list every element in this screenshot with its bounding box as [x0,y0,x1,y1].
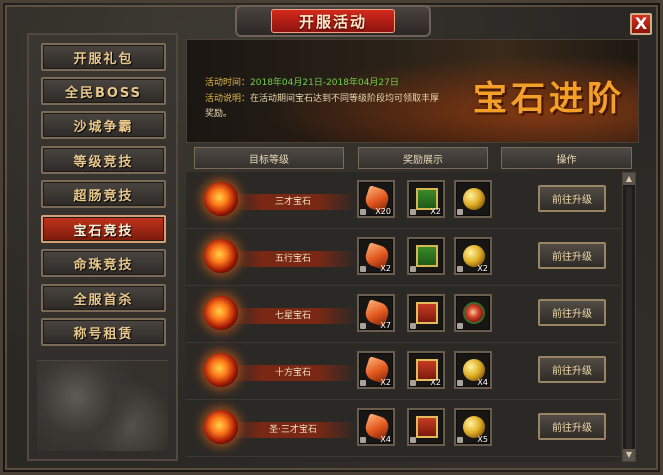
reward-quantity: X20 [375,207,391,216]
reward-quantity: X4 [477,378,488,387]
reward-quantity: X2 [477,264,488,273]
gem-level-label: 十方宝石 [230,365,356,381]
close-button[interactable]: X [630,13,652,35]
table-row: 十方宝石 X2 X2 X4 前往升级 [186,343,620,400]
reward-slot[interactable]: X7 [357,294,395,332]
fire-gem-icon [204,410,238,444]
red-medal-icon [463,302,485,324]
event-banner: 活动时间：2018年04月21日-2018年04月27日 活动说明：在活动期间宝… [186,39,639,143]
menu-item-super-race[interactable]: 超肠竞技 [41,180,166,208]
gem-level-label: 圣·三才宝石 [230,422,356,438]
reward-quantity: X2 [380,378,391,387]
menu-item-level-race[interactable]: 等级竞技 [41,146,166,174]
lock-icon [457,266,463,272]
reward-slot[interactable] [407,408,445,446]
lock-icon [410,266,416,272]
reward-list: 三才宝石 X20 X2 前往升级 五行宝石 X2 X2 前往升级 七星宝石 X7… [186,172,620,462]
reward-slot[interactable]: X2 [454,237,492,275]
reward-quantity: X4 [380,435,391,444]
event-desc-line1: 在活动期间宝石达到不同等级阶段均可领取丰厚 [250,94,440,104]
green-book-icon [416,245,438,267]
fire-gem-icon [204,182,238,216]
reward-slot[interactable]: X4 [454,351,492,389]
header-operation: 操作 [501,147,632,169]
reward-slot[interactable]: X2 [357,237,395,275]
red-book-icon [416,302,438,324]
lock-icon [457,209,463,215]
event-time-label: 活动时间： [205,78,251,88]
title-plate: 开服活动 [235,5,431,37]
lock-icon [360,266,366,272]
fire-gem-icon [204,239,238,273]
reward-quantity: X2 [430,378,441,387]
lock-icon [457,323,463,329]
go-upgrade-button[interactable]: 前往升级 [538,299,606,326]
reward-slot[interactable] [407,294,445,332]
reward-slot[interactable]: X20 [357,180,395,218]
rock-decoration [37,360,168,451]
reward-quantity: X2 [380,264,391,273]
table-row: 三才宝石 X20 X2 前往升级 [186,172,620,229]
event-time-value: 2018年04月21日-2018年04月27日 [250,78,399,88]
reward-slot[interactable]: X5 [454,408,492,446]
menu-item-castle-war[interactable]: 沙城争霸 [41,111,166,139]
fire-gem-icon [204,296,238,330]
list-scrollbar[interactable]: ▲ ▼ [622,172,636,462]
header-reward-display: 奖励展示 [358,147,488,169]
lock-icon [457,380,463,386]
event-desc-label: 活动说明： [205,94,251,104]
scroll-up-arrow-icon[interactable]: ▲ [623,173,635,185]
menu-item-world-boss[interactable]: 全民BOSS [41,77,166,105]
fire-gem-icon [204,353,238,387]
table-row: 七星宝石 X7 前往升级 [186,286,620,343]
lock-icon [360,323,366,329]
event-desc-line2: 奖励。 [205,109,233,119]
go-upgrade-button[interactable]: 前往升级 [538,185,606,212]
reward-slot[interactable] [454,180,492,218]
banner-title: 宝石进阶 [473,79,625,119]
reward-slot[interactable]: X2 [357,351,395,389]
reward-quantity: X5 [477,435,488,444]
header-target-level: 目标等级 [194,147,344,169]
reward-slot[interactable]: X2 [407,180,445,218]
lock-icon [410,323,416,329]
menu-item-open-server-gift[interactable]: 开服礼包 [41,43,166,71]
lock-icon [410,437,416,443]
lock-icon [410,209,416,215]
reward-slot[interactable]: X4 [357,408,395,446]
event-time-row: 活动时间：2018年04月21日-2018年04月27日 [205,75,399,88]
menu-item-title-rental[interactable]: 称号租赁 [41,318,166,346]
gem-level-label: 七星宝石 [230,308,356,324]
lock-icon [410,380,416,386]
lock-icon [457,437,463,443]
table-row: 五行宝石 X2 X2 前往升级 [186,229,620,286]
reward-slot[interactable]: X2 [407,351,445,389]
scroll-track[interactable] [626,187,632,449]
go-upgrade-button[interactable]: 前往升级 [538,413,606,440]
red-book-icon [416,416,438,438]
menu-item-first-kill[interactable]: 全服首杀 [41,284,166,312]
table-row: 圣·三才宝石 X4 X5 前往升级 [186,400,620,457]
lock-icon [360,380,366,386]
gold-coin-icon [463,188,485,210]
reward-slot[interactable] [454,294,492,332]
reward-slot[interactable] [407,237,445,275]
event-window: 开服活动 X 开服礼包 全民BOSS 沙城争霸 等级竞技 超肠竞技 宝石竞技 命… [0,0,663,475]
left-menu-panel: 开服礼包 全民BOSS 沙城争霸 等级竞技 超肠竞技 宝石竞技 命珠竞技 全服首… [27,33,178,461]
event-desc-row: 活动说明：在活动期间宝石达到不同等级阶段均可领取丰厚 [205,91,439,104]
gem-level-label: 五行宝石 [230,251,356,267]
lock-icon [360,209,366,215]
scroll-down-arrow-icon[interactable]: ▼ [623,449,635,461]
lock-icon [360,437,366,443]
menu-item-orb-race[interactable]: 命珠竞技 [41,249,166,277]
window-title: 开服活动 [271,9,395,33]
go-upgrade-button[interactable]: 前往升级 [538,356,606,383]
reward-quantity: X7 [380,321,391,330]
gem-level-label: 三才宝石 [230,194,356,210]
menu-item-gem-race[interactable]: 宝石竞技 [41,215,166,243]
go-upgrade-button[interactable]: 前往升级 [538,242,606,269]
reward-quantity: X2 [430,207,441,216]
